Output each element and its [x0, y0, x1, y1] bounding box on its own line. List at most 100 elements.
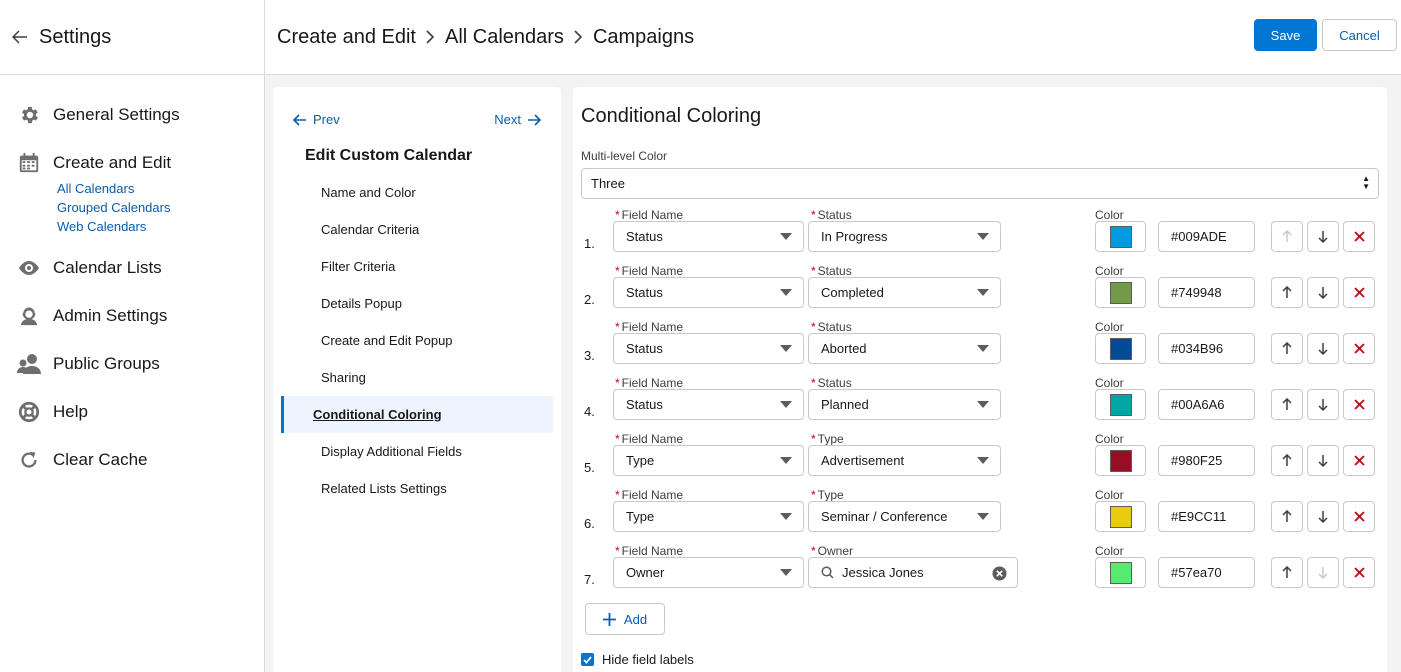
add-rule-button[interactable]: Add — [585, 603, 665, 635]
move-down-button[interactable] — [1307, 333, 1339, 364]
color-picker-button[interactable] — [1095, 221, 1146, 252]
sidebar-item-calendar-lists[interactable]: Calendar Lists — [0, 244, 264, 292]
hide-field-labels-checkbox[interactable] — [581, 653, 594, 666]
field-name-value: Status — [626, 341, 663, 356]
sidebar-item-public-groups[interactable]: Public Groups — [0, 340, 264, 388]
value-label: * Status — [811, 264, 852, 278]
subnav-grouped-calendars[interactable]: Grouped Calendars — [57, 198, 264, 217]
save-button[interactable]: Save — [1254, 19, 1317, 51]
move-up-button[interactable] — [1271, 445, 1303, 476]
multilevel-color-select[interactable]: Three ▲ ▼ — [581, 168, 1379, 199]
move-down-button[interactable] — [1307, 445, 1339, 476]
field-name-select[interactable]: Status — [613, 333, 804, 364]
color-picker-button[interactable] — [1095, 445, 1146, 476]
caret-down-icon — [780, 457, 792, 464]
hex-color-input[interactable]: #00A6A6 — [1158, 389, 1255, 420]
color-picker-button[interactable] — [1095, 389, 1146, 420]
value-select[interactable]: Planned — [808, 389, 1001, 420]
field-name-label: * Field Name — [615, 320, 684, 334]
value-select[interactable]: Seminar / Conference — [808, 501, 1001, 532]
prev-label: Prev — [313, 112, 340, 127]
move-down-button[interactable] — [1307, 389, 1339, 420]
move-up-button[interactable] — [1271, 277, 1303, 308]
value-select[interactable]: In Progress — [808, 221, 1001, 252]
step-filter-criteria[interactable]: Filter Criteria — [281, 248, 553, 285]
back-arrow-icon[interactable] — [10, 27, 30, 47]
add-label: Add — [623, 611, 648, 627]
cancel-button[interactable]: Cancel — [1322, 19, 1397, 51]
field-name-label: * Field Name — [615, 376, 684, 390]
field-name-select[interactable]: Type — [613, 501, 804, 532]
close-icon — [1353, 455, 1365, 466]
delete-rule-button[interactable] — [1343, 501, 1375, 532]
hex-color-input[interactable]: #E9CC11 — [1158, 501, 1255, 532]
hex-color-input[interactable]: #034B96 — [1158, 333, 1255, 364]
step-navigation: Prev Next — [273, 87, 561, 127]
sidebar-item-clear-cache[interactable]: Clear Cache — [0, 436, 264, 484]
caret-down-icon — [780, 569, 792, 576]
hex-color-input[interactable]: #980F25 — [1158, 445, 1255, 476]
step-create-and-edit-popup[interactable]: Create and Edit Popup — [281, 322, 553, 359]
hide-field-labels-text: Hide field labels — [602, 652, 694, 667]
color-picker-button[interactable] — [1095, 501, 1146, 532]
clear-icon[interactable] — [992, 566, 1007, 581]
color-swatch — [1109, 505, 1132, 528]
delete-rule-button[interactable] — [1343, 221, 1375, 252]
value-select[interactable]: Advertisement — [808, 445, 1001, 476]
step-details-popup[interactable]: Details Popup — [281, 285, 553, 322]
arrow-down-icon — [1318, 454, 1328, 467]
delete-rule-button[interactable] — [1343, 445, 1375, 476]
field-name-select[interactable]: Status — [613, 277, 804, 308]
gear-icon — [17, 103, 41, 127]
color-picker-button[interactable] — [1095, 557, 1146, 588]
step-display-additional-fields[interactable]: Display Additional Fields — [281, 433, 553, 470]
field-name-select[interactable]: Status — [613, 389, 804, 420]
delete-rule-button[interactable] — [1343, 277, 1375, 308]
move-up-button[interactable] — [1271, 501, 1303, 532]
value-label: * Type — [811, 488, 844, 502]
sidebar-item-admin-settings[interactable]: Admin Settings — [0, 292, 264, 340]
delete-rule-button[interactable] — [1343, 557, 1375, 588]
hex-color-input[interactable]: #749948 — [1158, 277, 1255, 308]
step-calendar-criteria[interactable]: Calendar Criteria — [281, 211, 553, 248]
step-related-lists-settings[interactable]: Related Lists Settings — [281, 470, 553, 507]
close-icon — [1353, 287, 1365, 298]
move-up-button[interactable] — [1271, 557, 1303, 588]
arrow-right-icon — [528, 113, 541, 126]
hex-color-input[interactable]: #009ADE — [1158, 221, 1255, 252]
field-name-select[interactable]: Type — [613, 445, 804, 476]
next-button[interactable]: Next — [494, 112, 541, 127]
owner-lookup[interactable]: Jessica Jones — [808, 557, 1018, 588]
breadcrumb-create-and-edit[interactable]: Create and Edit — [277, 26, 416, 49]
color-picker-button[interactable] — [1095, 333, 1146, 364]
value-select[interactable]: Aborted — [808, 333, 1001, 364]
move-down-button[interactable] — [1307, 501, 1339, 532]
owner-value: Jessica Jones — [842, 565, 924, 580]
move-down-button[interactable] — [1307, 277, 1339, 308]
step-sharing[interactable]: Sharing — [281, 359, 553, 396]
rule-number: 1. — [584, 236, 595, 251]
step-conditional-coloring[interactable]: Conditional Coloring — [281, 396, 553, 433]
next-label: Next — [494, 112, 521, 127]
rule-number: 2. — [584, 292, 595, 307]
move-down-button[interactable] — [1307, 221, 1339, 252]
subnav-all-calendars[interactable]: All Calendars — [57, 179, 264, 198]
delete-rule-button[interactable] — [1343, 389, 1375, 420]
delete-rule-button[interactable] — [1343, 333, 1375, 364]
subnav-web-calendars[interactable]: Web Calendars — [57, 217, 264, 236]
value-select[interactable]: Completed — [808, 277, 1001, 308]
hex-color-input[interactable]: #57ea70 — [1158, 557, 1255, 588]
move-up-button[interactable] — [1271, 389, 1303, 420]
breadcrumb-all-calendars[interactable]: All Calendars — [445, 26, 564, 49]
sidebar-item-general-settings[interactable]: General Settings — [0, 91, 264, 139]
step-name-and-color[interactable]: Name and Color — [281, 174, 553, 211]
header-actions: Save Cancel — [1254, 19, 1397, 51]
move-up-button[interactable] — [1271, 333, 1303, 364]
color-label: Color — [1095, 544, 1124, 558]
steps-title: Edit Custom Calendar — [305, 147, 473, 164]
sidebar-item-help[interactable]: Help — [0, 388, 264, 436]
prev-button[interactable]: Prev — [293, 112, 340, 127]
color-picker-button[interactable] — [1095, 277, 1146, 308]
field-name-select[interactable]: Status — [613, 221, 804, 252]
field-name-select[interactable]: Owner — [613, 557, 804, 588]
